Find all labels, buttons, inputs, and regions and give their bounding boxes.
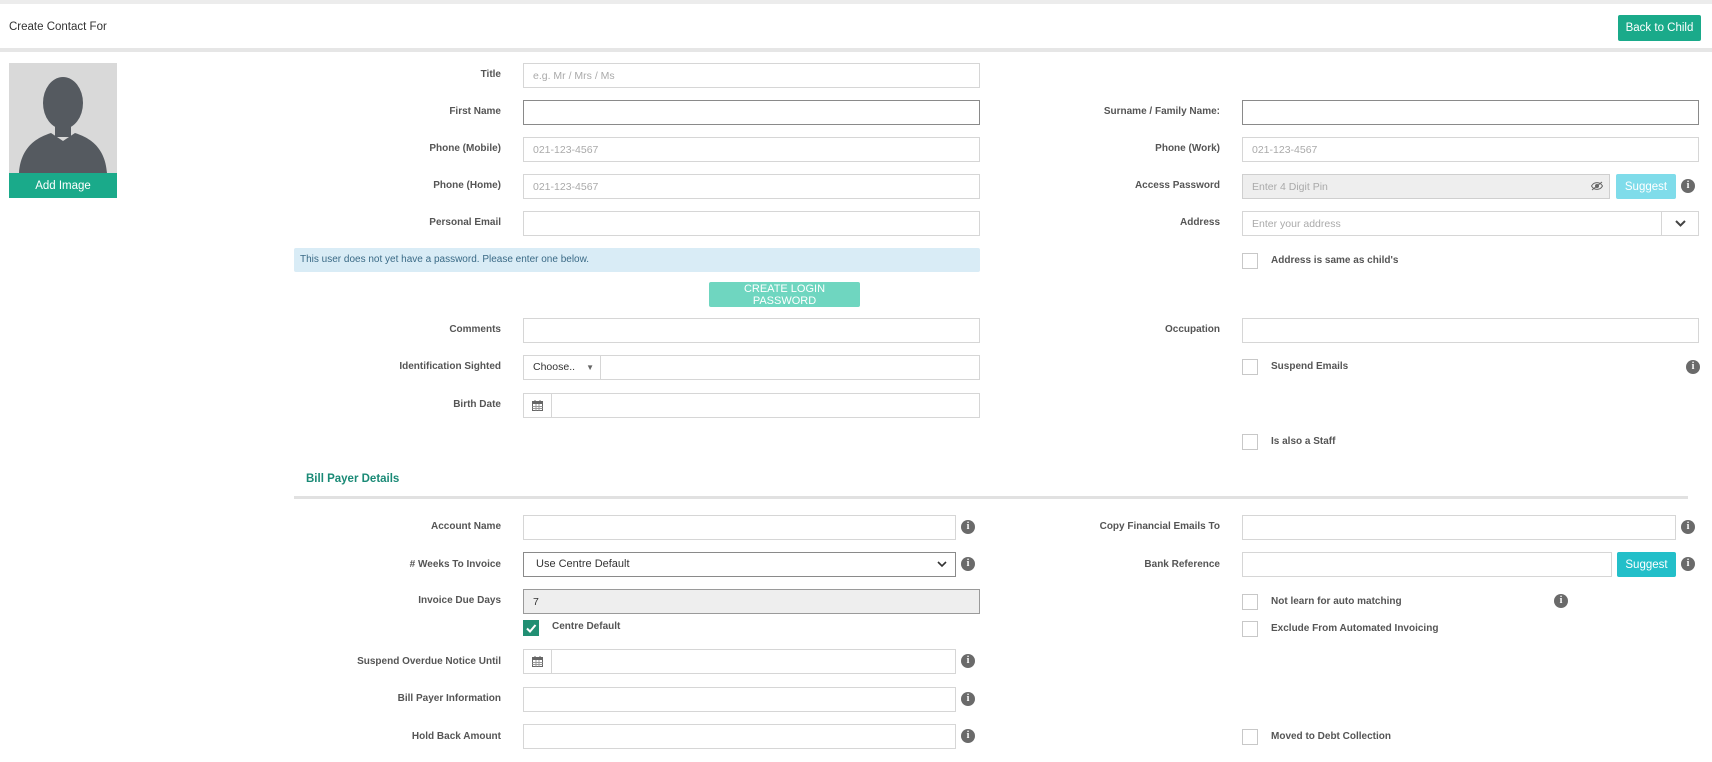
address-same-label: Address is same as child's	[1271, 255, 1399, 266]
first-name-label: First Name	[449, 106, 501, 117]
suspend-emails-label: Suspend Emails	[1271, 361, 1349, 372]
phone-home-label: Phone (Home)	[433, 180, 501, 191]
phone-home-input[interactable]	[523, 174, 980, 199]
phone-mobile-label: Phone (Mobile)	[429, 143, 501, 154]
hold-back-amount-input[interactable]	[523, 724, 956, 749]
identification-input[interactable]	[600, 355, 980, 380]
occupation-label: Occupation	[1164, 324, 1220, 335]
copy-financial-input[interactable]	[1242, 515, 1676, 540]
page-title: Create Contact For	[9, 21, 107, 33]
suspend-overdue-label: Suspend Overdue Notice Until	[357, 656, 501, 667]
suggest-pin-button[interactable]: Suggest	[1616, 174, 1676, 199]
info-icon[interactable]: i	[961, 729, 975, 743]
address-input[interactable]	[1242, 211, 1662, 236]
is-staff-label: Is also a Staff	[1271, 436, 1336, 447]
invoice-due-days-input[interactable]	[523, 589, 980, 614]
person-silhouette-icon	[9, 63, 117, 173]
eye-icon[interactable]	[1591, 181, 1603, 191]
title-input[interactable]	[523, 63, 980, 88]
occupation-input[interactable]	[1242, 318, 1699, 343]
calendar-button[interactable]	[523, 393, 552, 418]
comments-input[interactable]	[523, 318, 980, 343]
suggest-bank-reference-button[interactable]: Suggest	[1617, 552, 1676, 577]
account-name-label: Account Name	[430, 521, 501, 532]
calendar-button[interactable]	[523, 649, 552, 674]
weeks-to-invoice-value: Use Centre Default	[536, 558, 630, 570]
copy-financial-label: Copy Financial Emails To	[1099, 521, 1220, 532]
identification-select[interactable]: Choose.. ▼	[523, 355, 601, 380]
suspend-emails-checkbox[interactable]	[1242, 359, 1258, 375]
bill-payer-section-title: Bill Payer Details	[306, 473, 400, 485]
chevron-down-icon	[1674, 219, 1686, 227]
bill-payer-info-input[interactable]	[523, 687, 956, 712]
create-login-password-button[interactable]: CREATE LOGIN PASSWORD	[709, 282, 860, 307]
invoice-due-days-label: Invoice Due Days	[418, 595, 501, 606]
address-dropdown-button[interactable]	[1661, 211, 1699, 236]
add-image-button[interactable]: Add Image	[9, 173, 117, 198]
comments-label: Comments	[449, 324, 501, 335]
info-icon[interactable]: i	[1686, 360, 1700, 374]
surname-input[interactable]	[1242, 100, 1699, 125]
surname-label: Surname / Family Name:	[1103, 106, 1220, 117]
info-icon[interactable]: i	[961, 654, 975, 668]
chevron-down-icon	[937, 561, 947, 568]
info-icon[interactable]: i	[961, 557, 975, 571]
caret-down-icon: ▼	[586, 363, 594, 372]
info-icon[interactable]: i	[961, 692, 975, 706]
info-icon[interactable]: i	[1681, 179, 1695, 193]
bill-payer-info-label: Bill Payer Information	[397, 693, 501, 704]
info-icon[interactable]: i	[1681, 557, 1695, 571]
address-label: Address	[1179, 217, 1220, 228]
phone-mobile-input[interactable]	[523, 137, 980, 162]
phone-work-label: Phone (Work)	[1155, 143, 1220, 154]
check-icon	[526, 624, 537, 633]
personal-email-label: Personal Email	[429, 217, 501, 228]
first-name-input[interactable]	[523, 100, 980, 125]
password-notice: This user does not yet have a password. …	[294, 248, 980, 272]
section-divider	[294, 496, 1688, 499]
identification-label: Identification Sighted	[399, 361, 501, 372]
page-header: Create Contact For Back to Child	[0, 4, 1712, 52]
title-label: Title	[480, 69, 501, 80]
calendar-icon	[532, 399, 543, 411]
debt-collection-checkbox[interactable]	[1242, 729, 1258, 745]
calendar-icon	[532, 655, 543, 667]
weeks-to-invoice-select[interactable]: Use Centre Default	[523, 552, 956, 577]
is-staff-checkbox[interactable]	[1242, 434, 1258, 450]
bank-reference-input[interactable]	[1242, 552, 1612, 577]
not-learn-label: Not learn for auto matching	[1271, 596, 1402, 607]
birth-date-label: Birth Date	[453, 399, 501, 410]
weeks-to-invoice-label: # Weeks To Invoice	[409, 559, 501, 570]
avatar	[9, 63, 117, 173]
personal-email-input[interactable]	[523, 211, 980, 236]
debt-collection-label: Moved to Debt Collection	[1271, 731, 1391, 742]
birth-date-input[interactable]	[551, 393, 980, 418]
not-learn-checkbox[interactable]	[1242, 594, 1258, 610]
info-icon[interactable]: i	[961, 520, 975, 534]
phone-work-input[interactable]	[1242, 137, 1699, 162]
access-password-label: Access Password	[1134, 180, 1220, 191]
exclude-invoicing-label: Exclude From Automated Invoicing	[1271, 623, 1439, 634]
centre-default-checkbox[interactable]	[523, 620, 539, 636]
info-icon[interactable]: i	[1554, 594, 1568, 608]
centre-default-label: Centre Default	[552, 621, 621, 632]
info-icon[interactable]: i	[1681, 520, 1695, 534]
identification-select-value: Choose..	[533, 361, 576, 373]
exclude-invoicing-checkbox[interactable]	[1242, 621, 1258, 637]
account-name-input[interactable]	[523, 515, 956, 540]
hold-back-amount-label: Hold Back Amount	[411, 731, 501, 742]
bank-reference-label: Bank Reference	[1144, 559, 1220, 570]
suspend-overdue-input[interactable]	[551, 649, 956, 674]
address-same-checkbox[interactable]	[1242, 253, 1258, 269]
access-password-input[interactable]	[1242, 174, 1610, 199]
back-to-child-button[interactable]: Back to Child	[1618, 15, 1701, 41]
